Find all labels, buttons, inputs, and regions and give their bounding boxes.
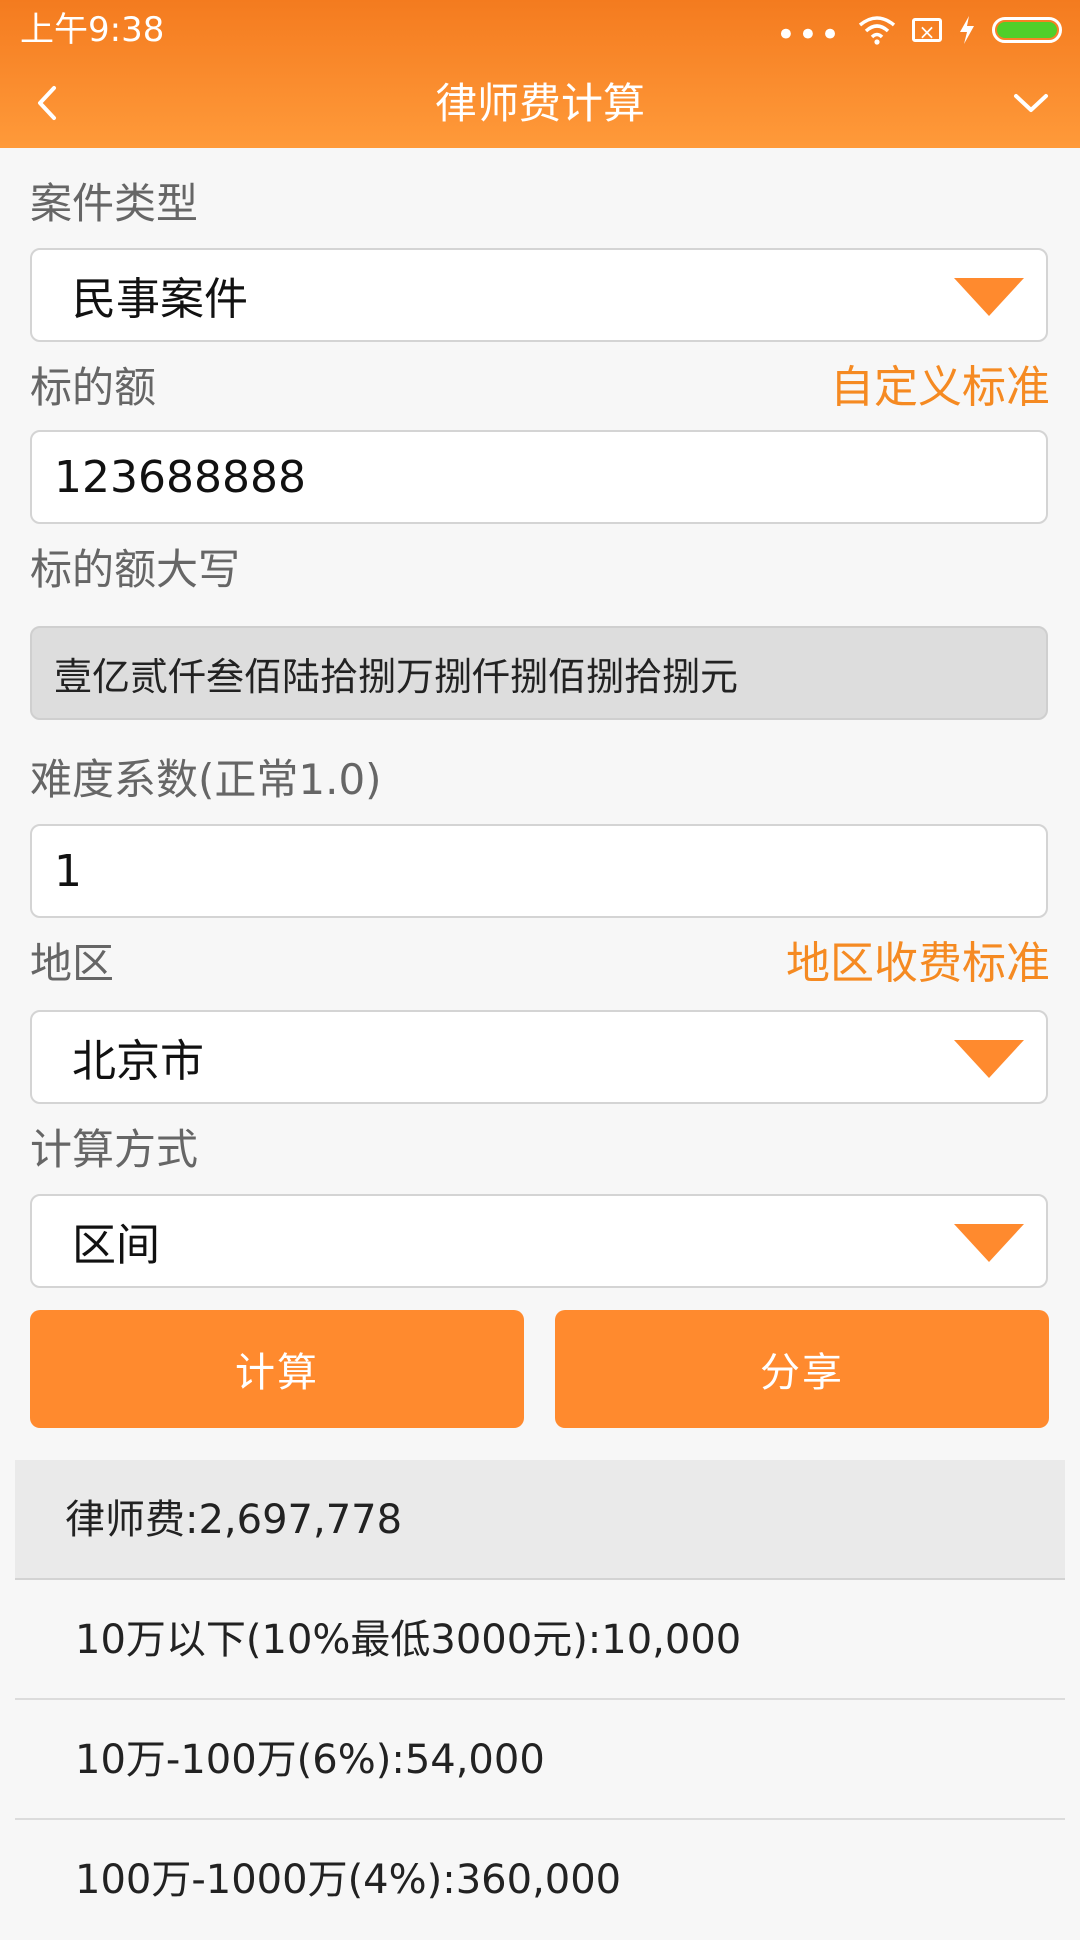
- result-row: 100万-1000万(4%):360,000: [15, 1820, 1065, 1940]
- amount-uppercase-label: 标的额大写: [30, 545, 241, 594]
- dropdown-arrow-icon: [954, 278, 1024, 316]
- share-button[interactable]: 分享: [555, 1310, 1049, 1428]
- result-row-text: 10万以下(10%最低3000元):10,000: [75, 1617, 742, 1663]
- charging-icon: [960, 16, 974, 44]
- result-total-row: 律师费:2,697,778: [15, 1460, 1065, 1580]
- battery-level: [997, 22, 1057, 38]
- calc-method-label: 计算方式: [30, 1125, 199, 1174]
- result-row: 10万-100万(6%):54,000: [15, 1700, 1065, 1820]
- lawyer-fee-total: 律师费:2,697,778: [65, 1497, 403, 1543]
- wifi-icon: [858, 16, 896, 45]
- difficulty-value: 1: [54, 845, 82, 897]
- chevron-down-icon[interactable]: [1006, 78, 1056, 128]
- app-header: 上午9:38 ••• × 律师费计算: [0, 0, 1080, 148]
- region-standard-link[interactable]: 地区收费标准: [786, 936, 1050, 992]
- difficulty-input[interactable]: 1: [30, 824, 1048, 918]
- result-row-text: 10万-100万(6%):54,000: [75, 1737, 545, 1783]
- calc-method-select[interactable]: 区间: [30, 1194, 1048, 1288]
- sim-missing-icon: ×: [912, 18, 942, 43]
- result-row: 10万以下(10%最低3000元):10,000: [15, 1580, 1065, 1700]
- status-icons: ••• ×: [775, 10, 1062, 55]
- region-label: 地区: [30, 939, 115, 988]
- status-time: 上午9:38: [20, 10, 165, 50]
- battery-icon: [992, 17, 1062, 43]
- dropdown-arrow-icon: [954, 1040, 1024, 1078]
- result-row-text: 100万-1000万(4%):360,000: [75, 1857, 622, 1903]
- more-dots-icon: •••: [775, 15, 842, 55]
- case-type-label: 案件类型: [30, 179, 199, 228]
- amount-uppercase-value: 壹亿贰仟叁佰陆拾捌万捌仟捌佰捌拾捌元: [54, 654, 739, 699]
- difficulty-label: 难度系数(正常1.0): [30, 755, 382, 804]
- case-type-select[interactable]: 民事案件: [30, 248, 1048, 342]
- region-value: 北京市: [72, 1036, 204, 1087]
- calc-method-value: 区间: [72, 1220, 160, 1271]
- amount-input[interactable]: 123688888: [30, 430, 1048, 524]
- region-select[interactable]: 北京市: [30, 1010, 1048, 1104]
- amount-uppercase-field: 壹亿贰仟叁佰陆拾捌万捌仟捌佰捌拾捌元: [30, 626, 1048, 720]
- custom-standard-link[interactable]: 自定义标准: [830, 360, 1050, 416]
- calculate-button[interactable]: 计算: [30, 1310, 524, 1428]
- page-title: 律师费计算: [434, 79, 645, 128]
- case-type-value: 民事案件: [72, 274, 248, 325]
- dropdown-arrow-icon: [954, 1224, 1024, 1262]
- amount-label: 标的额: [30, 363, 157, 412]
- amount-value: 123688888: [54, 451, 306, 503]
